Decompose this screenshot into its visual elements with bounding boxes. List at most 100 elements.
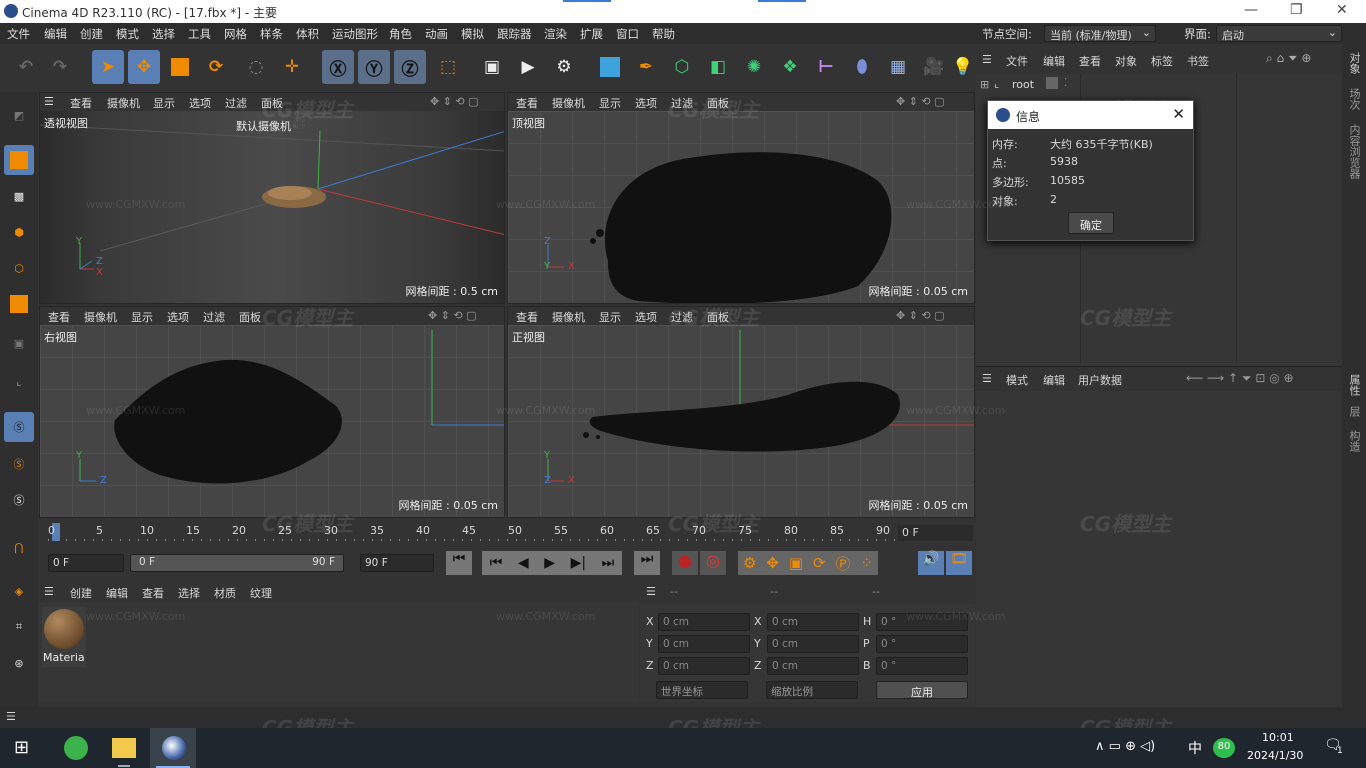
prev-key-icon[interactable]: ⏮ — [490, 555, 503, 571]
viewport-nav-icon[interactable]: ✥ ⇕ ⟲ ▢ — [430, 95, 479, 108]
light-icon[interactable]: 💡 — [952, 50, 973, 84]
next-frame-icon[interactable]: ▶| — [571, 555, 586, 571]
vp-menu-options[interactable]: 选项 — [189, 95, 211, 111]
apply-button[interactable]: 应用 — [876, 681, 968, 699]
vp-menu-filter[interactable]: 过滤 — [203, 309, 225, 325]
autokey-icon[interactable]: ◎ — [700, 551, 726, 575]
pos-x-field[interactable]: 0 cm — [658, 613, 750, 631]
menu-lines-icon[interactable]: ☰ — [646, 585, 656, 598]
key-selection-icon[interactable]: ⚙ — [743, 554, 756, 572]
key-position-icon[interactable]: ✥ — [766, 554, 779, 572]
vp-menu-display[interactable]: 显示 — [599, 309, 621, 325]
cinema4d-taskbar-button[interactable] — [150, 728, 196, 768]
pos-z-field[interactable]: 0 cm — [658, 657, 750, 675]
polygons-mode-icon[interactable] — [4, 289, 34, 319]
menu-create[interactable]: 创建 — [80, 26, 103, 42]
windows-start-icon[interactable]: ⊞ — [14, 737, 29, 758]
menu-extensions[interactable]: 扩展 — [580, 26, 603, 42]
vp-menu-panel[interactable]: 面板 — [707, 309, 729, 325]
vp-menu-display[interactable]: 显示 — [153, 95, 175, 111]
viewport-perspective[interactable]: ☰ 查看 摄像机 显示 选项 过滤 面板 ✥ ⇕ ⟲ ▢ 透视视图 默认摄像机 … — [39, 92, 505, 304]
menu-animate[interactable]: 动画 — [425, 26, 448, 42]
vp-menu-view[interactable]: 查看 — [70, 95, 92, 111]
size-y-field[interactable]: 0 cm — [767, 635, 859, 653]
rotate-tool-icon[interactable]: ⟳ — [200, 50, 232, 84]
menu-tools[interactable]: 工具 — [188, 26, 211, 42]
goto-end-icon[interactable]: ⏭ — [634, 551, 660, 575]
minimize-icon[interactable]: — — [1244, 2, 1258, 18]
mat-menu-create[interactable]: 创建 — [70, 585, 92, 601]
am-menu-edit[interactable]: 编辑 — [1043, 372, 1065, 388]
menu-lines-icon[interactable]: ☰ — [6, 710, 16, 723]
camera-icon[interactable]: 🎥 — [918, 50, 950, 84]
cloner-icon[interactable]: ✺ — [738, 50, 770, 84]
menu-render[interactable]: 渲染 — [544, 26, 567, 42]
menu-edit[interactable]: 编辑 — [44, 26, 67, 42]
tray-icons[interactable]: ∧ ▭ ⊕ ◁) — [1095, 739, 1155, 754]
search-icon[interactable]: ⌕ ⌂ ⏷ ⊕ — [1266, 51, 1311, 66]
menu-lines-icon[interactable]: ☰ — [982, 372, 992, 385]
key-param-icon[interactable]: Ⓟ — [835, 553, 850, 574]
mat-menu-view[interactable]: 查看 — [142, 585, 164, 601]
ime-indicator[interactable]: 中 — [1188, 738, 1202, 758]
play-icon[interactable]: ▶ — [544, 555, 555, 571]
pos-y-field[interactable]: 0 cm — [658, 635, 750, 653]
recent-tools-icon[interactable]: ◌ — [240, 50, 272, 84]
tab-takes[interactable]: 场次 — [1346, 88, 1362, 110]
om-menu-file[interactable]: 文件 — [1006, 53, 1028, 69]
mat-menu-edit[interactable]: 编辑 — [106, 585, 128, 601]
om-menu-edit[interactable]: 编辑 — [1043, 53, 1065, 69]
start-frame-field[interactable]: 0 F — [48, 554, 124, 572]
move-tool-icon[interactable]: ✥ — [128, 50, 160, 84]
magnet-icon[interactable]: ⋂ — [4, 532, 34, 562]
floor-icon[interactable]: ▦ — [882, 50, 914, 84]
timeline-ruler[interactable]: 0 5 10 15 20 25 30 35 40 45 50 55 60 65 … — [48, 523, 933, 541]
z-axis-lock-icon[interactable]: Ⓩ — [394, 50, 426, 84]
vp-menu-options[interactable]: 选项 — [167, 309, 189, 325]
vp-menu-filter[interactable]: 过滤 — [671, 95, 693, 111]
clock-time[interactable]: 10:01 — [1262, 731, 1294, 744]
y-axis-lock-icon[interactable]: Ⓨ — [358, 50, 390, 84]
vp-menu-view[interactable]: 查看 — [516, 309, 538, 325]
goto-start-icon[interactable]: ⏮ — [446, 551, 472, 575]
model-mode-icon[interactable] — [4, 145, 34, 175]
menu-tracker[interactable]: 跟踪器 — [497, 26, 532, 42]
undo-icon[interactable]: ↶ — [10, 50, 42, 84]
texture-mode-icon[interactable]: ▩ — [4, 181, 34, 211]
workplane-align-icon[interactable]: ⊛ — [4, 648, 34, 678]
menu-lines-icon[interactable]: ☰ — [44, 585, 54, 598]
next-key-icon[interactable]: ⏭ — [602, 555, 615, 571]
deformer-icon[interactable]: ⊢ — [810, 50, 842, 84]
workplane-snap-icon[interactable]: Ⓢ — [4, 485, 34, 515]
key-pla-icon[interactable]: ⁘ — [860, 554, 873, 572]
vp-menu-filter[interactable]: 过滤 — [225, 95, 247, 111]
om-menu-tags[interactable]: 标签 — [1151, 53, 1173, 69]
menu-file[interactable]: 文件 — [7, 26, 30, 42]
om-menu-view[interactable]: 查看 — [1079, 53, 1101, 69]
select-tool-icon[interactable]: ➤ — [92, 50, 124, 84]
menu-select[interactable]: 选择 — [152, 26, 175, 42]
om-menu-bookmarks[interactable]: 书签 — [1187, 53, 1209, 69]
rot-p-field[interactable]: 0 ° — [876, 635, 968, 653]
viewport-front[interactable]: 查看 摄像机 显示 选项 过滤 面板 ✥ ⇕ ⟲ ▢ 正视图 Y Z X 网格间… — [507, 306, 975, 518]
rot-h-field[interactable]: 0 ° — [876, 613, 968, 631]
clock-date[interactable]: 2024/1/30 — [1247, 749, 1303, 762]
mat-menu-select[interactable]: 选择 — [178, 585, 200, 601]
vp-menu-display[interactable]: 显示 — [599, 95, 621, 111]
viewport-right[interactable]: 查看 摄像机 显示 选项 过滤 面板 ✥ ⇕ ⟲ ▢ 右视图 Y Z 网格间距 … — [39, 306, 505, 518]
points-mode-icon[interactable]: ⬢ — [4, 217, 34, 247]
subdivision-icon[interactable]: ⬡ — [666, 50, 698, 84]
vp-menu-view[interactable]: 查看 — [516, 95, 538, 111]
menu-mesh[interactable]: 网格 — [224, 26, 247, 42]
world-coordinate-icon[interactable]: ⬚ — [432, 50, 464, 84]
close-icon[interactable]: ✕ — [1336, 2, 1348, 18]
vp-menu-camera[interactable]: 摄像机 — [84, 309, 117, 325]
material-slot[interactable]: Materia — [42, 607, 86, 667]
vp-menu-panel[interactable]: 面板 — [261, 95, 283, 111]
om-menu-object[interactable]: 对象 — [1115, 53, 1137, 69]
film-icon[interactable]: 🎞 — [946, 551, 972, 575]
node-space-select[interactable]: 当前 (标准/物理) ⌄ — [1044, 25, 1156, 42]
tab-objects[interactable]: 对象 — [1346, 52, 1362, 74]
coordinate-system-icon[interactable]: ✛ — [276, 50, 308, 84]
key-rotation-icon[interactable]: ⟳ — [813, 554, 826, 572]
